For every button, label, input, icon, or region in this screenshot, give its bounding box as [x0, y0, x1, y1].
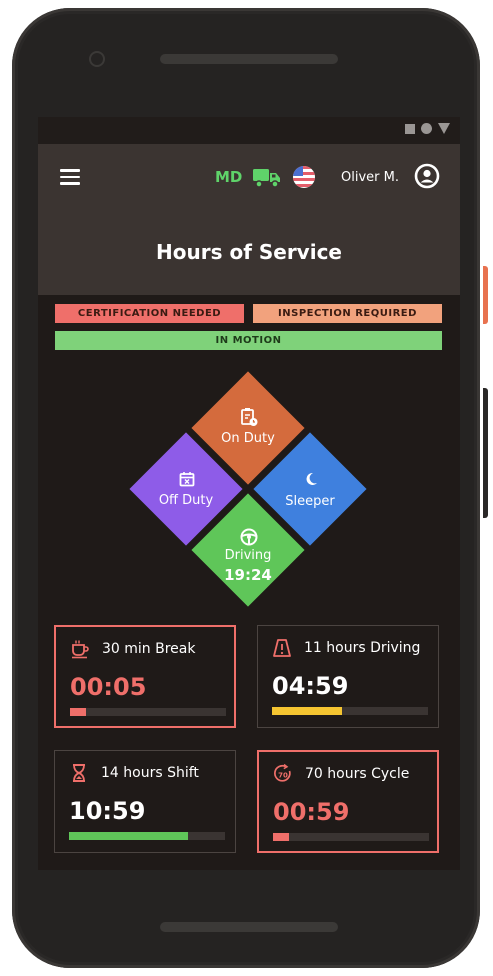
app-screen: MD Oliver M. Hours of Service CERTIFICAT…: [38, 117, 460, 870]
off-duty-label: Off Duty: [158, 493, 214, 508]
moon-icon: [306, 472, 317, 485]
cycle-70-icon: 70: [274, 764, 291, 782]
clipboard-clock-icon: [241, 408, 258, 426]
volume-button: [483, 388, 488, 518]
truck-icon: [253, 169, 280, 188]
home-status-icon: [421, 123, 432, 134]
timer-progress-fill: [69, 832, 188, 840]
hamburger-menu-icon[interactable]: [60, 169, 80, 185]
state-code: MD: [215, 168, 243, 186]
break-timer-card[interactable]: 30 min Break 00:05: [54, 625, 236, 728]
timer-progress-track: [273, 833, 429, 841]
sleeper-label: Sleeper: [285, 494, 335, 509]
front-camera: [89, 51, 105, 67]
timer-progress-fill: [70, 708, 86, 716]
steering-wheel-icon: [240, 528, 258, 546]
hourglass-icon: [73, 764, 85, 782]
inspection-required-badge[interactable]: INSPECTION REQUIRED: [253, 304, 442, 323]
timer-progress-track: [69, 832, 225, 840]
timer-value: 10:59: [69, 797, 146, 825]
driving-label: Driving: [224, 548, 272, 563]
certification-needed-badge[interactable]: CERTIFICATION NEEDED: [55, 304, 244, 323]
page-title: Hours of Service: [156, 240, 342, 264]
us-flag-icon: [293, 166, 315, 188]
timer-progress-fill: [273, 833, 289, 841]
timer-progress-track: [70, 708, 226, 716]
driving-time: 19:24: [224, 566, 272, 584]
cycle-timer-card[interactable]: 70 70 hours Cycle 00:59: [257, 750, 439, 853]
timer-value: 00:59: [273, 798, 350, 826]
recents-status-icon: [405, 123, 415, 134]
road-warning-icon: [273, 639, 291, 657]
timer-title: 11 hours Driving: [304, 640, 421, 656]
on-duty-label: On Duty: [221, 431, 275, 446]
svg-text:70: 70: [278, 772, 288, 780]
user-account-icon[interactable]: [414, 163, 440, 189]
timer-title: 14 hours Shift: [101, 765, 199, 781]
timer-progress-fill: [272, 707, 343, 715]
in-motion-badge: IN MOTION: [55, 331, 442, 350]
bottom-speaker: [160, 922, 338, 932]
status-bar: [38, 117, 460, 144]
timer-value: 04:59: [272, 672, 349, 700]
signal-status-icon: [438, 123, 450, 134]
earpiece-speaker: [160, 54, 338, 64]
timer-title: 30 min Break: [102, 641, 196, 657]
calendar-x-icon: [179, 472, 195, 487]
shift-timer-card[interactable]: 14 hours Shift 10:59: [54, 750, 236, 853]
user-name[interactable]: Oliver M.: [341, 170, 399, 185]
power-button: [483, 266, 488, 324]
timer-progress-track: [272, 707, 428, 715]
driving-timer-card[interactable]: 11 hours Driving 04:59: [257, 625, 439, 728]
timer-value: 00:05: [70, 673, 147, 701]
coffee-cup-icon: [72, 640, 89, 659]
app-header: MD Oliver M. Hours of Service: [38, 144, 460, 295]
timer-title: 70 hours Cycle: [305, 766, 410, 782]
